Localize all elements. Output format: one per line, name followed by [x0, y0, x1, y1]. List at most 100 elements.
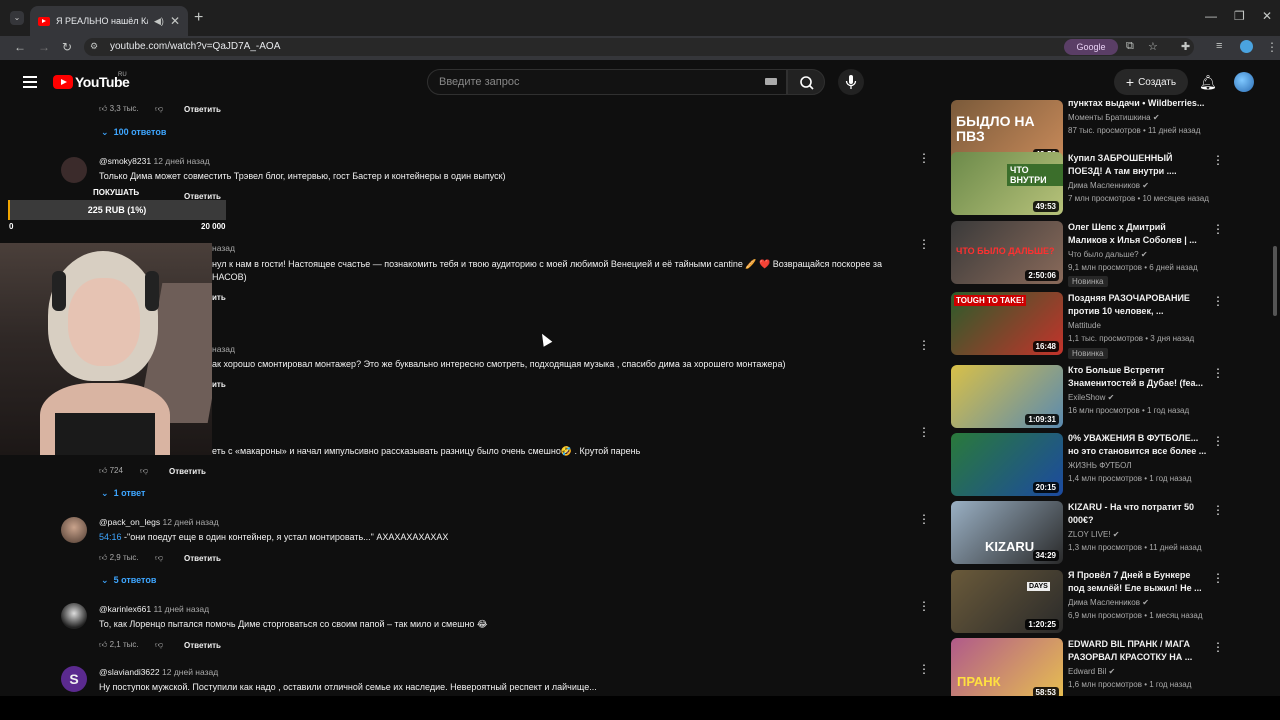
video-thumbnail[interactable]: ЧТО ВНУТРИ 49:53 — [951, 152, 1063, 215]
channel-name[interactable]: Дима Масленников — [1068, 598, 1140, 607]
video-channel[interactable]: Mattitude — [1068, 321, 1101, 330]
video-channel[interactable]: ExileShow ✔ — [1068, 393, 1114, 402]
comment-timestamp-link[interactable]: 54:16 — [99, 532, 122, 542]
browser-tab-active[interactable]: Я РЕАЛЬНО нашёл Клад в... ◀) ✕ — [30, 6, 188, 36]
video-thumbnail[interactable]: 20:15 — [951, 433, 1063, 496]
video-title[interactable]: Поздняя РАЗОЧАРОВАНИЕ против 10 человек, … — [1068, 292, 1208, 318]
video-menu-icon[interactable]: ⋮ — [1212, 571, 1224, 585]
profile-avatar[interactable] — [1240, 40, 1253, 53]
video-title-line[interactable]: KIZARU - На что потратит 50 — [1068, 501, 1208, 514]
more-actions-icon[interactable]: ⋮ — [918, 600, 930, 612]
video-menu-icon[interactable]: ⋮ — [1212, 366, 1224, 380]
avatar[interactable] — [61, 517, 87, 543]
video-title-line[interactable]: Олег Шепс х Дмитрий — [1068, 221, 1208, 234]
video-channel[interactable]: Дима Масленников ✔ — [1068, 598, 1149, 607]
comment-time[interactable]: 12 дней назад — [153, 156, 209, 166]
dislike-button[interactable]: 👎︎ — [155, 104, 163, 114]
video-title[interactable]: 0% УВАЖЕНИЯ В ФУТБОЛЕ... но это становитс… — [1068, 432, 1208, 458]
video-title-line[interactable]: против 10 человек, ... — [1068, 305, 1208, 318]
comment-time[interactable]: 11 дней назад — [153, 604, 209, 614]
dislike-button[interactable]: 👎︎ — [155, 640, 163, 650]
video-title-line[interactable]: Я Провёл 7 Дней в Бункере — [1068, 569, 1208, 582]
video-thumbnail[interactable]: TOUGH TO TAKE! 16:48 — [951, 292, 1063, 355]
more-actions-icon[interactable]: ⋮ — [918, 513, 930, 525]
like-button[interactable]: 👍︎ 724 — [99, 466, 123, 476]
reload-icon[interactable]: ↻ — [62, 40, 72, 54]
menu-icon[interactable] — [23, 76, 37, 91]
video-menu-icon[interactable]: ⋮ — [1212, 153, 1224, 167]
video-menu-icon[interactable]: ⋮ — [1212, 222, 1224, 236]
channel-name[interactable]: Edward Bil — [1068, 667, 1106, 676]
video-title[interactable]: пунктах выдачи • Wildberries... — [1068, 97, 1208, 110]
channel-name[interactable]: Что было дальше? — [1068, 250, 1139, 259]
dislike-button[interactable]: 👎︎ — [155, 553, 163, 563]
video-title-line[interactable]: ПОЕЗД! А там внутри .... — [1068, 165, 1208, 178]
bookmark-star-icon[interactable]: ☆ — [1148, 40, 1158, 53]
reply-button[interactable]: ить — [212, 380, 226, 389]
voice-search-button[interactable] — [838, 69, 864, 95]
close-window-button[interactable]: ✕ — [1262, 9, 1272, 23]
video-channel[interactable]: Дима Масленников ✔ — [1068, 181, 1149, 190]
comment-author[interactable]: назад — [212, 243, 235, 253]
video-channel[interactable]: ЖИЗНЬ ФУТБОЛ — [1068, 461, 1131, 470]
video-title-line[interactable]: Купил ЗАБРОШЕННЫЙ — [1068, 152, 1208, 165]
video-title-line[interactable]: РАЗОРВАЛ КРАСОТКУ НА ... — [1068, 651, 1208, 664]
video-thumbnail[interactable]: DAYS 1:20:25 — [951, 570, 1063, 633]
tab-close-icon[interactable]: ✕ — [170, 14, 180, 28]
reply-button[interactable]: Ответить — [169, 467, 206, 476]
more-actions-icon[interactable]: ⋮ — [918, 152, 930, 164]
video-title[interactable]: Купил ЗАБРОШЕННЫЙ ПОЕЗД! А там внутри ...… — [1068, 152, 1208, 178]
keyboard-icon[interactable] — [765, 78, 777, 85]
url-text[interactable]: youtube.com/watch?v=QaJD7A_-AOA — [110, 41, 280, 52]
video-channel[interactable]: Что было дальше? ✔ — [1068, 250, 1148, 259]
account-avatar[interactable] — [1234, 72, 1254, 92]
video-thumbnail[interactable]: KIZARU 34:29 — [951, 501, 1063, 564]
browser-menu-icon[interactable]: ⋮ — [1266, 40, 1278, 54]
channel-name[interactable]: ExileShow — [1068, 393, 1105, 402]
author-handle[interactable]: @slaviandi3622 — [99, 667, 160, 677]
show-replies-button[interactable]: ⌄ 5 ответов — [101, 575, 156, 586]
show-replies-button[interactable]: ⌄ 1 ответ — [101, 488, 145, 499]
video-title-line[interactable]: 0% УВАЖЕНИЯ В ФУТБОЛЕ... — [1068, 432, 1208, 445]
like-button[interactable]: 👍︎ 2,1 тыс. — [99, 640, 139, 650]
video-menu-icon[interactable]: ⋮ — [1212, 294, 1224, 308]
reply-button[interactable]: Ответить — [184, 554, 221, 563]
video-title-line[interactable]: Знаменитостей в Дубае! (fea... — [1068, 377, 1208, 390]
like-button[interactable]: 👍︎ 2,9 тыс. — [99, 553, 139, 563]
channel-name[interactable]: ZLOY LIVE! — [1068, 530, 1111, 539]
video-menu-icon[interactable]: ⋮ — [1212, 434, 1224, 448]
google-lens-pill[interactable]: Google — [1064, 39, 1118, 55]
video-channel[interactable]: Моменты Братишкина ✔ — [1068, 113, 1160, 122]
video-title[interactable]: KIZARU - На что потратит 50 000€? — [1068, 501, 1208, 527]
channel-name[interactable]: Моменты Братишкина — [1068, 113, 1151, 122]
comment-author[interactable]: @pack_on_legs 12 дней назад — [99, 517, 219, 527]
reply-button[interactable]: ить — [212, 293, 226, 302]
video-menu-icon[interactable]: ⋮ — [1212, 640, 1224, 654]
reply-button[interactable]: Ответить — [184, 105, 221, 114]
dislike-button[interactable]: 👎︎ — [140, 466, 148, 476]
like-button[interactable]: 👍︎ 3,3 тыс. — [99, 104, 139, 114]
video-channel[interactable]: Edward Bil ✔ — [1068, 667, 1115, 676]
avatar[interactable] — [61, 603, 87, 629]
more-actions-icon[interactable]: ⋮ — [918, 663, 930, 675]
video-title-line[interactable]: EDWARD BIL ПРАНК / МАГА — [1068, 638, 1208, 651]
comment-time[interactable]: 12 дней назад — [162, 517, 218, 527]
speaker-icon[interactable]: ◀) — [154, 16, 164, 27]
youtube-logo-icon[interactable] — [53, 75, 73, 89]
comment-author[interactable]: назад — [212, 344, 235, 354]
author-handle[interactable]: @karinlex661 — [99, 604, 151, 614]
video-channel[interactable]: ZLOY LIVE! ✔ — [1068, 530, 1119, 539]
author-handle[interactable]: @pack_on_legs — [99, 517, 160, 527]
notifications-bell-icon[interactable]: 🔔︎ — [1199, 74, 1217, 91]
video-title-line[interactable]: Маликов х Илья Соболев | ... — [1068, 234, 1208, 247]
video-title-line[interactable]: под землёй! Еле выжил! Не ... — [1068, 582, 1208, 595]
maximize-button[interactable]: ❐ — [1234, 9, 1245, 23]
more-actions-icon[interactable]: ⋮ — [918, 426, 930, 438]
video-title[interactable]: Кто Больше Встретит Знаменитостей в Дубае… — [1068, 364, 1208, 390]
avatar[interactable] — [61, 157, 87, 183]
minimize-button[interactable]: — — [1205, 9, 1217, 23]
install-app-icon[interactable]: ⧉ — [1126, 40, 1134, 53]
new-tab-button[interactable]: + — [194, 9, 203, 27]
channel-name[interactable]: Дима Масленников — [1068, 181, 1140, 190]
comment-time[interactable]: назад — [212, 243, 235, 253]
